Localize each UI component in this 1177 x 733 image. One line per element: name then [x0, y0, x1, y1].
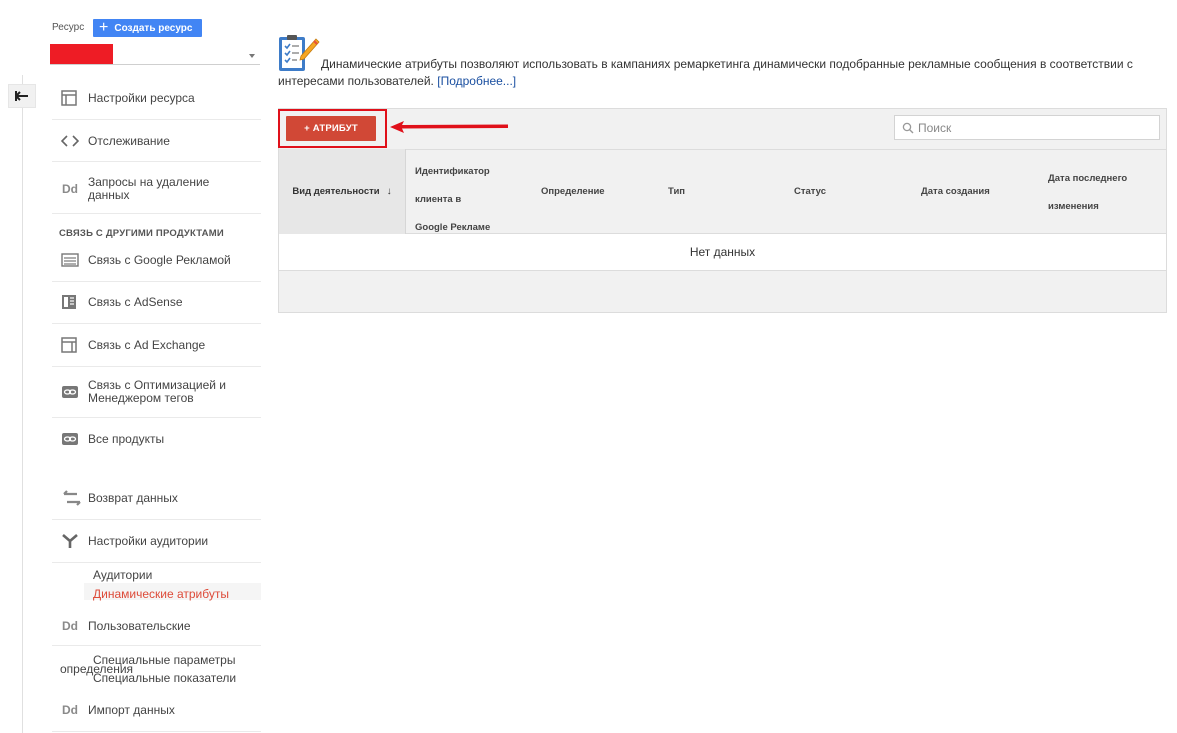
description-text: Динамические атрибуты позволяют использо… [278, 57, 1133, 88]
adsense-icon [52, 294, 88, 310]
sidebar-item-label: Пользовательские [88, 619, 191, 633]
dd-icon: Dd [62, 182, 78, 196]
search-placeholder: Поиск [918, 120, 952, 135]
divider [52, 645, 261, 646]
section-title: СВЯЗЬ С ДРУГИМИ ПРОДУКТАМИ [59, 228, 224, 239]
link-icon [52, 432, 88, 446]
sidebar-item-postbacks[interactable]: Возврат данных [52, 486, 261, 510]
back-arrow-icon [15, 91, 28, 101]
sidebar-item-custom-definitions[interactable]: Dd Пользовательские [52, 614, 261, 638]
column-header-label: Вид деятельности [292, 186, 380, 197]
sidebar-item-google-ads-link[interactable]: Связь с Google Рекламой [52, 248, 261, 272]
table-header [279, 149, 1166, 234]
sidebar-item-adsense-link[interactable]: Связь с AdSense [52, 290, 261, 314]
sidebar-item-label: Настройки ресурса [88, 91, 195, 105]
divider [52, 519, 261, 520]
dd-icon: Dd [62, 703, 78, 717]
sidebar-item-label: Связь с AdSense [88, 295, 183, 309]
link-icon [52, 385, 88, 399]
search-icon [902, 122, 914, 133]
learn-more-link[interactable]: [Подробнее...] [437, 74, 516, 88]
highlight-box [278, 109, 387, 148]
divider [52, 731, 261, 732]
divider [52, 417, 261, 418]
annotation-arrow [390, 121, 508, 133]
column-header-label: Идентификатор [415, 166, 490, 177]
column-header-label: клиента в [415, 194, 462, 205]
sidebar-item-label: Связь с Ad Exchange [88, 338, 206, 352]
fork-icon [52, 533, 88, 549]
sidebar-item-all-products[interactable]: Все продукты [52, 427, 261, 451]
left-rail-divider [22, 75, 23, 733]
column-header-status[interactable]: Статус [794, 186, 826, 197]
sidebar-item-optimize-gtm-link[interactable]: Связь с Оптимизацией и Менеджером тегов [52, 377, 261, 407]
sidebar-subitem-audiences[interactable]: Аудитории [93, 568, 152, 582]
resource-selector-redacted[interactable] [50, 44, 113, 64]
divider [52, 323, 261, 324]
sidebar-item-label: Отслеживание [88, 134, 170, 148]
window-icon [52, 337, 88, 353]
column-header-type[interactable]: Тип [668, 186, 685, 197]
sidebar-subitem-dynamic-attributes[interactable]: Динамические атрибуты [93, 587, 229, 601]
sort-down-icon: ↓ [386, 186, 392, 197]
sidebar-item-label: Импорт данных [88, 703, 175, 717]
description: Динамические атрибуты позволяют использо… [278, 56, 1158, 90]
sidebar-item-ad-exchange-link[interactable]: Связь с Ad Exchange [52, 333, 261, 357]
ads-icon [52, 253, 88, 267]
column-header-activity[interactable]: Вид деятельности ↓ [279, 149, 406, 234]
resource-selector-underline [50, 64, 260, 65]
sidebar-item-label: Все продукты [88, 432, 165, 446]
divider [52, 161, 261, 162]
divider [52, 213, 261, 214]
divider [52, 119, 261, 120]
dropdown-arrow-icon[interactable] [249, 54, 255, 58]
create-resource-button[interactable]: + Создать ресурс [93, 19, 202, 37]
column-header-label: Дата последнего [1048, 173, 1128, 184]
create-resource-label: Создать ресурс [114, 22, 193, 34]
search-input[interactable]: Поиск [894, 115, 1160, 140]
window-icon [52, 90, 88, 106]
sidebar-subitem-custom-metrics[interactable]: Специальные показатели [93, 671, 236, 685]
sidebar-item-label: Настройки аудитории [88, 534, 209, 548]
sidebar-item-data-deletion[interactable]: Dd Запросы на удаление данных [52, 174, 261, 204]
code-icon [52, 135, 88, 147]
resource-label: Ресурс [52, 22, 85, 33]
sidebar-item-label: Возврат данных [88, 491, 178, 505]
plus-icon: + [99, 18, 109, 36]
sidebar-item-property-settings[interactable]: Настройки ресурса [52, 86, 261, 110]
divider [52, 366, 261, 367]
dd-icon: Dd [62, 619, 78, 633]
sidebar-item-label: Запросы на удаление данных [88, 175, 210, 202]
sidebar-item-data-import[interactable]: Dd Импорт данных [52, 698, 261, 722]
column-header-created[interactable]: Дата создания [921, 186, 990, 197]
sidebar-item-label: Связь с Оптимизацией и Менеджером тегов [88, 378, 226, 405]
swap-icon [52, 489, 88, 507]
empty-table-row: Нет данных [279, 234, 1166, 271]
empty-text: Нет данных [689, 245, 756, 259]
sidebar-item-audience-definitions[interactable]: Настройки аудитории [52, 529, 261, 553]
sidebar-item-label: Связь с Google Рекламой [88, 253, 231, 267]
divider [52, 281, 261, 282]
sidebar-item-tracking[interactable]: Отслеживание [52, 129, 261, 153]
divider [52, 562, 261, 563]
back-button[interactable] [8, 84, 36, 108]
column-header-definition[interactable]: Определение [541, 186, 605, 197]
column-header-modified[interactable]: Дата последнего изменения [1048, 165, 1127, 221]
column-header-label: изменения [1048, 201, 1099, 212]
column-header-client-id[interactable]: Идентификатор клиента в Google Рекламе [415, 158, 490, 242]
